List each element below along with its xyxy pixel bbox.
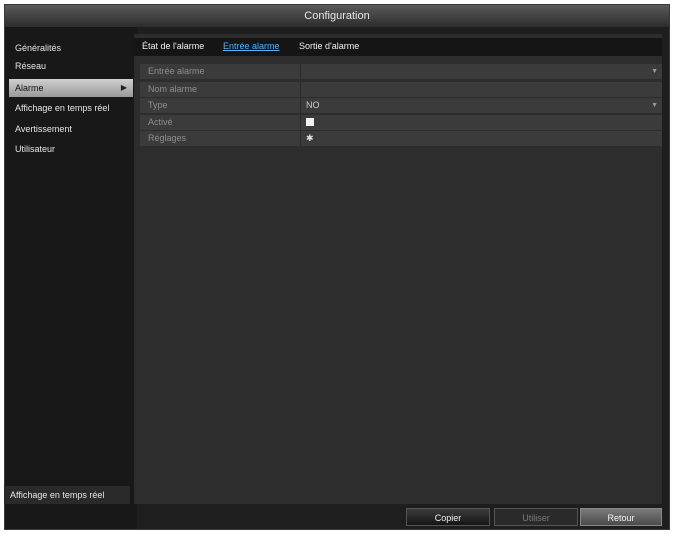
divider bbox=[300, 64, 301, 79]
tab-bar: État de l'alarme Entrée alarme Sortie d'… bbox=[134, 38, 662, 56]
sidebar-item-affichage[interactable]: Affichage en temps réel bbox=[9, 99, 133, 117]
sidebar: Généralités Réseau Alarme ▶ Affichage en… bbox=[5, 27, 137, 529]
row-label: Réglages bbox=[148, 133, 187, 143]
gear-icon[interactable]: ✱ bbox=[306, 131, 314, 146]
sidebar-item-avertissement[interactable]: Avertissement bbox=[9, 120, 133, 138]
chevron-down-icon[interactable]: ▼ bbox=[651, 98, 658, 113]
row-label: Activé bbox=[148, 117, 173, 127]
copy-button[interactable]: Copier bbox=[406, 508, 490, 526]
sidebar-item-utilisateur[interactable]: Utilisateur bbox=[9, 140, 133, 158]
back-button[interactable]: Retour bbox=[580, 508, 662, 526]
row-label: Nom alarme bbox=[148, 84, 198, 94]
sidebar-item-reseau[interactable]: Réseau bbox=[9, 57, 133, 75]
sidebar-item-label: Alarme bbox=[15, 83, 44, 93]
type-select[interactable]: NO bbox=[306, 98, 320, 113]
row-entree-alarme[interactable]: Entrée alarme ▼ bbox=[140, 64, 662, 79]
window-title: Configuration bbox=[5, 5, 669, 27]
row-active[interactable]: Activé bbox=[140, 115, 662, 130]
active-checkbox[interactable] bbox=[306, 118, 314, 126]
row-nom-alarme[interactable]: Nom alarme bbox=[140, 82, 662, 97]
tab-sortie-alarme[interactable]: Sortie d'alarme bbox=[299, 41, 359, 51]
chevron-right-icon: ▶ bbox=[120, 83, 127, 92]
sidebar-bottom-live-view[interactable]: Affichage en temps réel bbox=[4, 486, 130, 504]
divider bbox=[300, 98, 301, 113]
row-type[interactable]: Type NO ▼ bbox=[140, 98, 662, 113]
row-label: Entrée alarme bbox=[148, 66, 205, 76]
tab-entree-alarme[interactable]: Entrée alarme bbox=[223, 41, 280, 51]
sidebar-item-generalites[interactable]: Généralités bbox=[9, 39, 133, 57]
chevron-down-icon[interactable]: ▼ bbox=[651, 64, 658, 79]
divider bbox=[300, 115, 301, 130]
divider bbox=[300, 131, 301, 146]
row-label: Type bbox=[148, 100, 168, 110]
row-reglages[interactable]: Réglages ✱ bbox=[140, 131, 662, 146]
sidebar-item-alarme[interactable]: Alarme ▶ bbox=[9, 79, 133, 97]
divider bbox=[300, 82, 301, 97]
tab-etat-alarme[interactable]: État de l'alarme bbox=[142, 41, 204, 51]
use-button[interactable]: Utiliser bbox=[494, 508, 578, 526]
